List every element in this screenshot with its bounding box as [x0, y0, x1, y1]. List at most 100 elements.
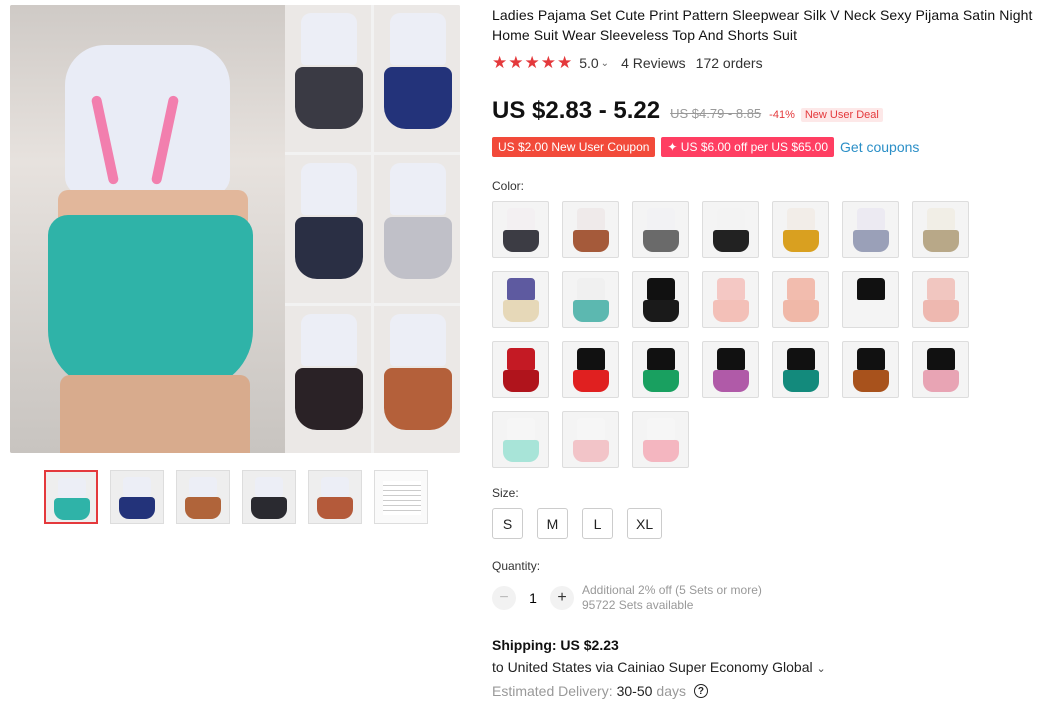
- help-icon[interactable]: ?: [693, 684, 708, 698]
- swatch-top: [717, 278, 745, 300]
- product-info: Ladies Pajama Set Cute Print Pattern Sle…: [492, 5, 1037, 699]
- collage-cell: [285, 305, 371, 453]
- swatch-shorts: [643, 370, 679, 392]
- color-swatch[interactable]: [492, 201, 549, 258]
- thumb-shorts: [251, 497, 287, 519]
- color-swatches: [492, 201, 1037, 468]
- color-swatch[interactable]: [772, 271, 829, 328]
- decrease-quantity-button[interactable]: −: [492, 586, 516, 610]
- collage-top: [301, 163, 357, 216]
- swatch-top: [507, 208, 535, 230]
- color-swatch[interactable]: [702, 271, 759, 328]
- stock-available-text: 95722 Sets available: [582, 598, 694, 612]
- current-price: US $2.83 - 5.22: [492, 97, 661, 124]
- swatch-shorts: [923, 230, 959, 252]
- product-title: Ladies Pajama Set Cute Print Pattern Sle…: [492, 7, 1033, 43]
- size-option-m[interactable]: M: [537, 508, 568, 539]
- thumb-shorts: [185, 497, 221, 519]
- swatch-shorts: [643, 440, 679, 462]
- gallery-thumbnail[interactable]: [374, 470, 428, 524]
- collage-cell: [374, 155, 460, 303]
- swatch-top: [577, 208, 605, 230]
- collage-top: [301, 313, 357, 366]
- color-swatch[interactable]: [912, 271, 969, 328]
- swatch-top: [647, 418, 675, 440]
- swatch-top: [857, 348, 885, 370]
- new-user-deal-badge: New User Deal: [800, 108, 883, 122]
- size-option-xl[interactable]: XL: [627, 508, 663, 539]
- color-swatch[interactable]: [842, 341, 899, 398]
- swatch-shorts: [713, 230, 749, 252]
- gallery-thumbnail[interactable]: [308, 470, 362, 524]
- swatch-shorts: [713, 300, 749, 322]
- store-coupon[interactable]: ✦ US $6.00 off per US $65.00: [661, 137, 835, 157]
- get-coupons-link[interactable]: Get coupons: [840, 139, 919, 155]
- color-swatch[interactable]: [562, 201, 619, 258]
- rating-value[interactable]: 5.0: [579, 55, 598, 71]
- shipping-route[interactable]: to United States via Cainiao Super Econo…: [492, 659, 1037, 675]
- estimated-delivery: Estimated Delivery: 30-50 days ?: [492, 683, 1037, 699]
- color-swatch[interactable]: [562, 341, 619, 398]
- gallery-thumbnail[interactable]: [110, 470, 164, 524]
- new-user-coupon[interactable]: US $2.00 New User Coupon: [492, 137, 656, 157]
- color-swatch[interactable]: [562, 411, 619, 468]
- thumb-shorts: [119, 497, 155, 519]
- collage-cell: [374, 305, 460, 453]
- size-option-l[interactable]: L: [582, 508, 613, 539]
- star-rating-icon: ★★★★★: [492, 53, 574, 72]
- chevron-down-icon[interactable]: ⌄: [817, 663, 826, 675]
- color-swatch[interactable]: [912, 341, 969, 398]
- thumb-top: [58, 478, 86, 498]
- color-swatch[interactable]: [562, 271, 619, 328]
- swatch-top: [857, 208, 885, 230]
- collage-shorts: [384, 67, 452, 129]
- shipping-price: Shipping: US $2.23: [492, 637, 619, 653]
- color-swatch[interactable]: [772, 201, 829, 258]
- color-swatch[interactable]: [772, 341, 829, 398]
- pajama-shorts: [48, 215, 253, 390]
- quantity-note: Additional 2% off (5 Sets or more) 95722…: [582, 583, 762, 613]
- increase-quantity-button[interactable]: +: [550, 586, 574, 610]
- color-swatch[interactable]: [632, 411, 689, 468]
- gallery-thumbnail[interactable]: [176, 470, 230, 524]
- collage-shorts: [295, 217, 363, 280]
- thumb-top: [255, 477, 283, 497]
- color-swatch[interactable]: [492, 341, 549, 398]
- thumb-shorts: [317, 497, 353, 519]
- color-swatch[interactable]: [492, 271, 549, 328]
- swatch-shorts: [783, 300, 819, 322]
- color-swatch[interactable]: [632, 271, 689, 328]
- size-option-s[interactable]: S: [492, 508, 523, 539]
- swatch-shorts: [643, 300, 679, 322]
- swatch-top: [787, 348, 815, 370]
- gallery-thumbnail[interactable]: [44, 470, 98, 524]
- color-swatch[interactable]: [702, 201, 759, 258]
- swatch-shorts: [853, 230, 889, 252]
- main-product-image[interactable]: [10, 5, 460, 453]
- color-swatch[interactable]: [632, 341, 689, 398]
- discount-badge: -41%: [769, 109, 795, 121]
- collage-shorts: [295, 67, 363, 129]
- color-swatch[interactable]: [492, 411, 549, 468]
- delivery-days: 30-50: [616, 683, 653, 699]
- swatch-top: [647, 278, 675, 300]
- gallery-thumbnail[interactable]: [242, 470, 296, 524]
- chevron-down-icon[interactable]: ⌄: [601, 58, 609, 69]
- color-swatch[interactable]: [632, 201, 689, 258]
- swatch-shorts: [923, 370, 959, 392]
- swatch-top: [507, 348, 535, 370]
- swatch-shorts: [783, 370, 819, 392]
- pajama-top: [65, 45, 230, 195]
- shipping-route-text[interactable]: to United States via Cainiao Super Econo…: [492, 659, 813, 675]
- color-swatch[interactable]: [842, 271, 899, 328]
- color-swatch[interactable]: [842, 201, 899, 258]
- collage-shorts: [384, 367, 452, 430]
- color-swatch[interactable]: [702, 341, 759, 398]
- swatch-top: [717, 348, 745, 370]
- color-swatch[interactable]: [912, 201, 969, 258]
- swatch-top: [647, 348, 675, 370]
- reviews-link[interactable]: 4 Reviews: [621, 55, 686, 71]
- thumb-shorts: [54, 498, 90, 520]
- swatch-top: [857, 278, 885, 300]
- quantity-input[interactable]: 1: [516, 590, 550, 606]
